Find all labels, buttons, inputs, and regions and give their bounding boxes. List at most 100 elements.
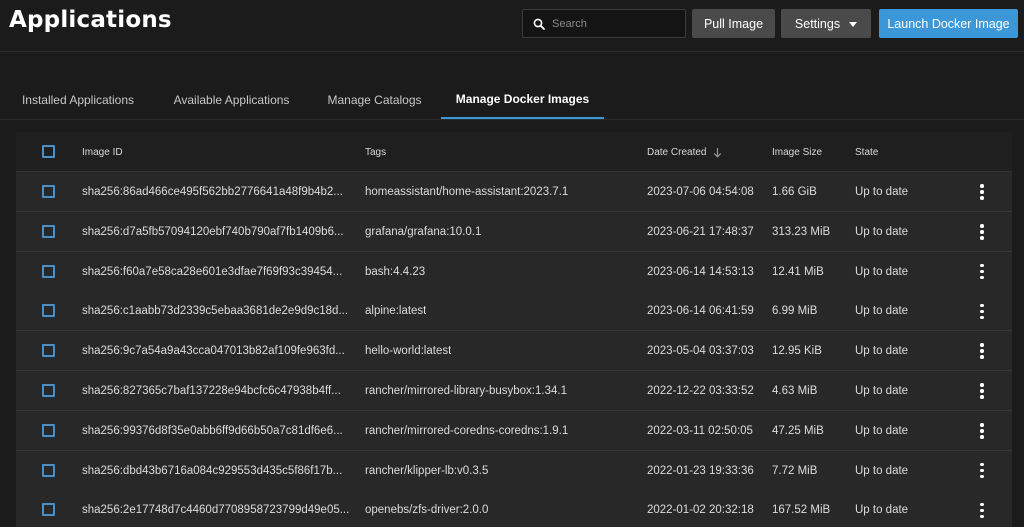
column-header-tags[interactable]: Tags: [365, 132, 386, 172]
date-created-cell: 2022-01-02 20:32:18: [647, 504, 754, 517]
column-header-date-created[interactable]: Date Created: [647, 132, 722, 172]
image-id-cell: sha256:9c7a54a9a43cca047013b82af109fe963…: [82, 345, 345, 358]
tags-cell: hello-world:latest: [365, 345, 452, 358]
table-row[interactable]: sha256:9c7a54a9a43cca047013b82af109fe963…: [16, 331, 1012, 372]
table-row[interactable]: sha256:dbd43b6716a084c929553d435c5f86f17…: [16, 450, 1012, 491]
docker-images-table: Image ID Tags Date Created Image Size St…: [16, 132, 1012, 527]
image-size-cell: 12.95 KiB: [772, 345, 822, 358]
row-checkbox[interactable]: [42, 503, 55, 517]
tab-manage-catalogs[interactable]: Manage Catalogs: [314, 80, 435, 119]
table-row[interactable]: sha256:86ad466ce495f562bb2776641a48f9b4b…: [16, 172, 1012, 212]
tags-cell: bash:4.4.23: [365, 265, 426, 278]
date-created-cell: 2022-03-11 02:50:05: [647, 424, 753, 437]
launch-docker-image-button[interactable]: Launch Docker Image: [879, 9, 1018, 38]
row-checkbox[interactable]: [42, 224, 55, 238]
tags-cell: alpine:latest: [365, 305, 427, 318]
table-row[interactable]: sha256:c1aabb73d2339c5ebaa3681de2e9d9c18…: [16, 291, 1012, 332]
row-checkbox[interactable]: [42, 304, 55, 318]
more-vertical-icon[interactable]: [974, 462, 990, 479]
row-checkbox[interactable]: [42, 264, 55, 278]
row-checkbox[interactable]: [42, 423, 55, 437]
state-cell: Up to date: [855, 265, 909, 278]
row-checkbox[interactable]: [42, 344, 55, 358]
state-cell: Up to date: [855, 345, 909, 358]
image-size-cell: 12.41 MiB: [772, 265, 824, 278]
column-header-state[interactable]: State: [855, 132, 878, 172]
more-vertical-icon[interactable]: [974, 303, 990, 320]
caret-down-icon: [849, 22, 858, 27]
image-id-cell: sha256:f60a7e58ca28e601e3dfae7f69f93c394…: [82, 265, 343, 278]
date-created-cell: 2023-06-21 17:48:37: [647, 225, 754, 238]
tab-manage-docker-images[interactable]: Manage Docker Images: [441, 80, 604, 119]
image-size-cell: 1.66 GiB: [772, 186, 817, 198]
page-header: Applications Pull Image Settings Launch …: [0, 0, 1024, 52]
column-header-label: Date Created: [647, 146, 707, 158]
tags-cell: homeassistant/home-assistant:2023.7.1: [365, 186, 569, 198]
row-checkbox[interactable]: [42, 384, 55, 397]
tab-label: Manage Catalogs: [327, 92, 422, 107]
tab-available-applications[interactable]: Available Applications: [160, 80, 303, 119]
date-created-cell: 2023-06-14 14:53:13: [647, 265, 754, 278]
image-size-cell: 47.25 MiB: [772, 424, 824, 437]
state-cell: Up to date: [855, 186, 909, 198]
state-cell: Up to date: [855, 305, 909, 318]
table-row[interactable]: sha256:d7a5fb57094120ebf740b790af7fb1409…: [16, 211, 1012, 252]
page-title: Applications: [9, 7, 172, 33]
launch-docker-image-label: Launch Docker Image: [887, 16, 1010, 31]
search-box[interactable]: [522, 9, 686, 38]
date-created-cell: 2022-12-22 03:33:52: [647, 385, 754, 397]
image-id-cell: sha256:827365c7baf137228e94bcfc6c47938b4…: [82, 385, 341, 397]
settings-button[interactable]: Settings: [781, 9, 871, 38]
arrow-down-icon: [714, 147, 722, 158]
image-id-cell: sha256:2e17748d7c4460d7708958723799d49e0…: [82, 504, 350, 517]
row-checkbox[interactable]: [42, 463, 55, 477]
state-cell: Up to date: [855, 225, 909, 238]
date-created-cell: 2023-05-04 03:37:03: [647, 345, 754, 358]
tab-installed-applications[interactable]: Installed Applications: [8, 80, 148, 119]
image-id-cell: sha256:c1aabb73d2339c5ebaa3681de2e9d9c18…: [82, 305, 349, 318]
image-size-cell: 7.72 MiB: [772, 464, 818, 477]
tab-label: Installed Applications: [21, 92, 135, 107]
column-header-image-size[interactable]: Image Size: [772, 132, 822, 172]
more-vertical-icon[interactable]: [974, 263, 990, 280]
search-input[interactable]: [552, 17, 682, 30]
tab-bar: Installed Applications Available Applica…: [0, 80, 1024, 120]
table-row[interactable]: sha256:99376d8f35e0abb6ff9d66b50a7c81df6…: [16, 410, 1012, 451]
table-row[interactable]: sha256:2e17748d7c4460d7708958723799d49e0…: [16, 490, 1012, 527]
search-icon: [533, 18, 545, 30]
image-id-cell: sha256:dbd43b6716a084c929553d435c5f86f17…: [82, 464, 343, 477]
image-id-cell: sha256:99376d8f35e0abb6ff9d66b50a7c81df6…: [82, 424, 343, 437]
more-vertical-icon[interactable]: [974, 224, 990, 240]
settings-label: Settings: [794, 16, 841, 31]
pull-image-button[interactable]: Pull Image: [692, 9, 775, 38]
more-vertical-icon[interactable]: [974, 383, 990, 399]
state-cell: Up to date: [855, 464, 909, 477]
tags-cell: rancher/mirrored-library-busybox:1.34.1: [365, 385, 567, 397]
tags-cell: rancher/mirrored-coredns-coredns:1.9.1: [365, 424, 569, 437]
tags-cell: rancher/klipper-lb:v0.3.5: [365, 464, 489, 477]
tags-cell: openebs/zfs-driver:2.0.0: [365, 504, 489, 517]
image-id-cell: sha256:86ad466ce495f562bb2776641a48f9b4b…: [82, 186, 343, 198]
tab-label: Available Applications: [173, 92, 290, 107]
image-size-cell: 6.99 MiB: [772, 305, 818, 318]
more-vertical-icon[interactable]: [974, 343, 990, 359]
select-all-checkbox[interactable]: [42, 145, 55, 158]
tags-cell: grafana/grafana:10.0.1: [365, 225, 482, 238]
more-vertical-icon[interactable]: [974, 502, 990, 519]
column-header-image-id[interactable]: Image ID: [82, 132, 123, 172]
image-size-cell: 4.63 MiB: [772, 385, 818, 397]
image-size-cell: 313.23 MiB: [772, 225, 831, 238]
pull-image-label: Pull Image: [703, 16, 764, 31]
state-cell: Up to date: [855, 424, 909, 437]
more-vertical-icon[interactable]: [974, 423, 990, 439]
more-vertical-icon[interactable]: [974, 184, 990, 200]
table-row[interactable]: sha256:827365c7baf137228e94bcfc6c47938b4…: [16, 371, 1012, 411]
image-id-cell: sha256:d7a5fb57094120ebf740b790af7fb1409…: [82, 225, 344, 238]
state-cell: Up to date: [855, 504, 909, 517]
tab-label: Manage Docker Images: [455, 91, 590, 106]
table-row[interactable]: sha256:f60a7e58ca28e601e3dfae7f69f93c394…: [16, 251, 1012, 292]
state-cell: Up to date: [855, 385, 909, 397]
date-created-cell: 2023-07-06 04:54:08: [647, 186, 754, 198]
date-created-cell: 2022-01-23 19:33:36: [647, 464, 754, 477]
row-checkbox[interactable]: [42, 185, 55, 198]
